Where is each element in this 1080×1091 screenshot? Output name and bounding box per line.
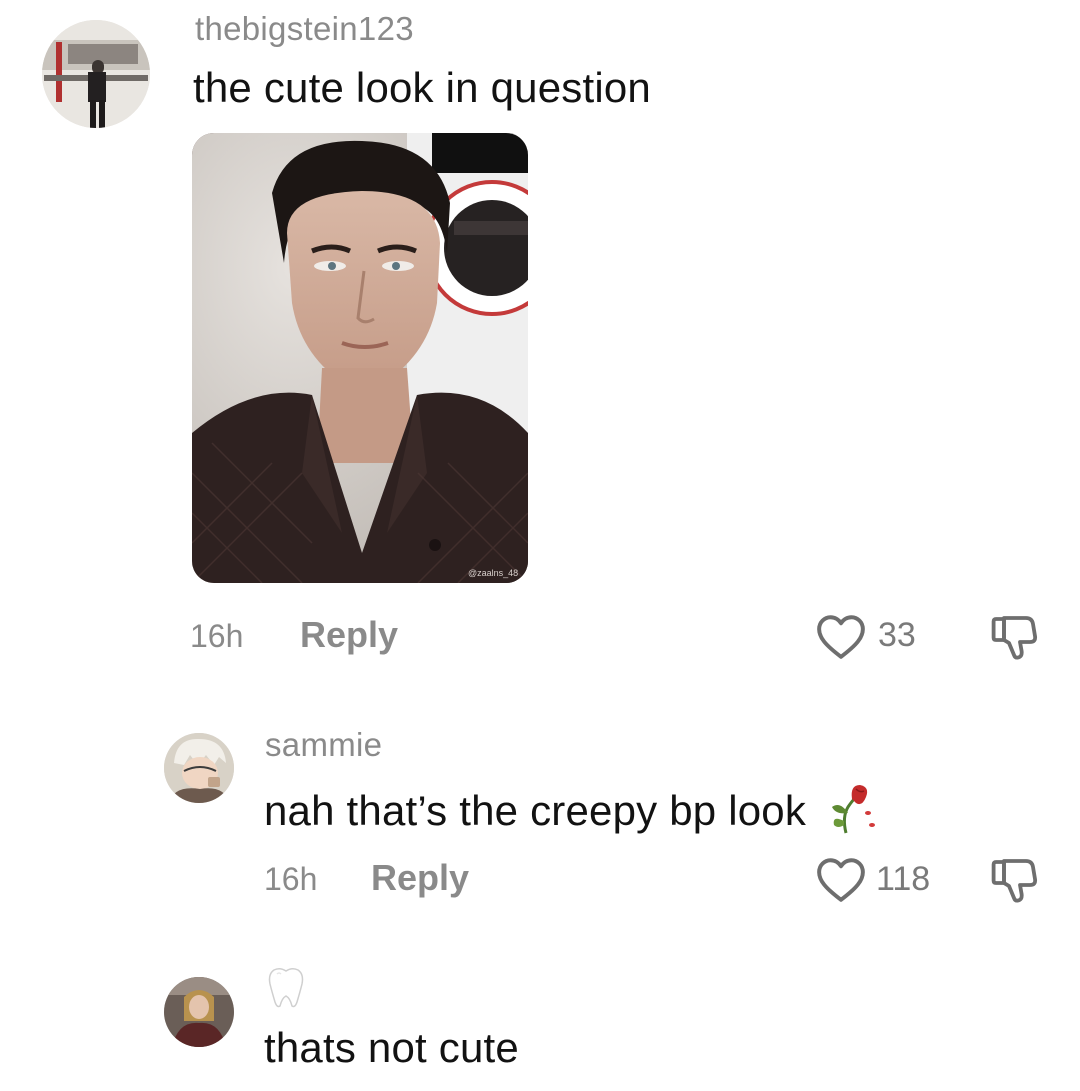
comment-text-body: nah that’s the creepy bp look [264,787,807,834]
avatar[interactable] [164,733,234,803]
wilted-rose-emoji [822,781,876,835]
like-count: 118 [876,860,931,898]
comment-text: nah that’s the creepy bp look [264,781,876,835]
heart-outline-icon[interactable] [816,857,866,903]
thumbs-down-outline-icon[interactable] [990,612,1038,662]
avatar-image [164,977,234,1047]
comment-photo[interactable]: @zaalns_48 [192,133,528,583]
avatar[interactable] [42,20,150,128]
comment-time: 16h [190,618,244,654]
comment-time: 16h [264,861,318,897]
reply-button[interactable]: Reply [371,857,469,899]
reply-button[interactable]: Reply [300,614,398,656]
photo-watermark: @zaalns_48 [468,568,518,578]
comment-photo-image: @zaalns_48 [192,133,528,583]
tooth-emoji [266,966,306,1010]
avatar[interactable] [164,977,234,1047]
heart-outline-icon[interactable] [816,614,866,660]
comment-username[interactable]: thebigstein123 [195,10,414,48]
avatar-image [164,733,234,803]
comment-text: the cute look in question [193,64,651,111]
like-count: 33 [878,616,916,654]
comment-text: thats not cute [264,1024,519,1071]
thumbs-down-outline-icon[interactable] [990,855,1038,905]
avatar-image [42,20,150,128]
comment-username[interactable]: sammie [265,726,382,764]
